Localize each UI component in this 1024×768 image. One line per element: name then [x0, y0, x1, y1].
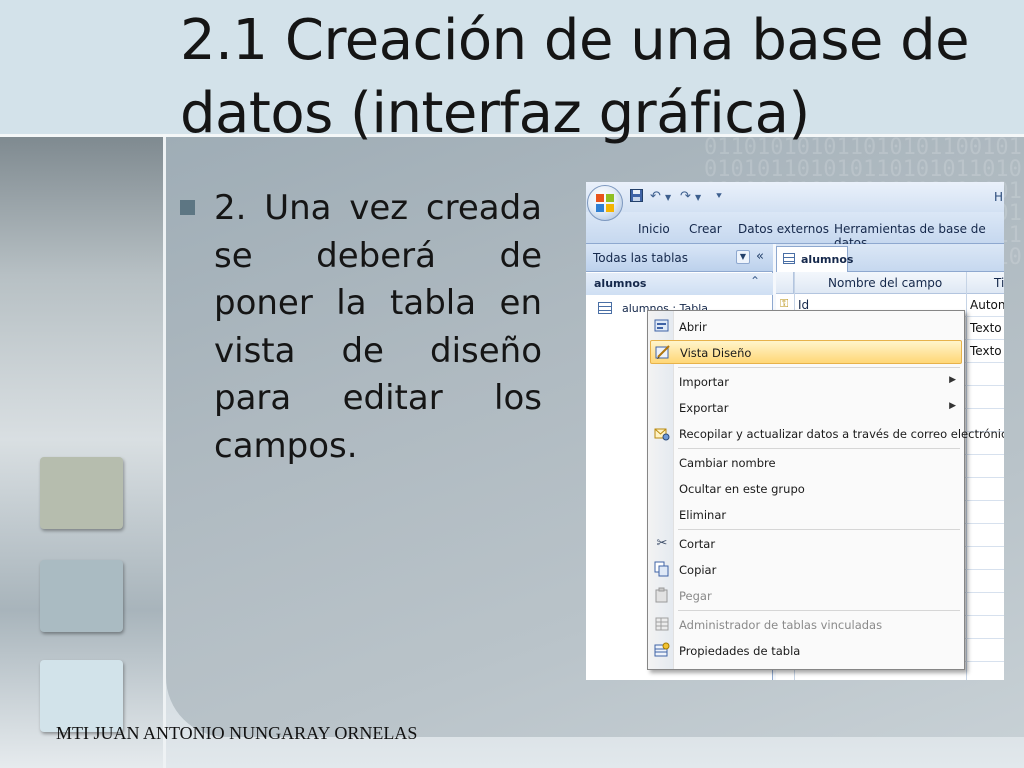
menu-item-label: Cambiar nombre — [679, 456, 776, 470]
collect-data-icon — [653, 425, 671, 443]
menu-item-label: Copiar — [679, 563, 717, 577]
menu-item-pegar[interactable]: Pegar — [650, 584, 962, 608]
redo-icon[interactable]: ↷ — [680, 189, 691, 204]
open-icon — [653, 318, 671, 336]
document-tab-alumnos[interactable]: alumnos — [776, 246, 853, 272]
table-properties-icon — [653, 642, 671, 660]
decorative-square-1 — [40, 457, 123, 529]
menu-item-label: Recopilar y actualizar datos a través de… — [679, 427, 1004, 441]
customize-toolbar-icon[interactable]: ⯆ — [715, 191, 723, 202]
menu-item-label: Vista Diseño — [680, 346, 752, 360]
slide-footer: MTI JUAN ANTONIO NUNGARAY ORNELAS — [56, 723, 418, 743]
table-icon — [783, 253, 795, 264]
ribbon-tabs: Inicio Crear Datos externos Herramientas… — [586, 212, 1004, 250]
data-type-cell[interactable]: Texto — [970, 344, 1002, 358]
decorative-square-2 — [40, 560, 123, 632]
grid-header: Nombre del campo Ti — [776, 272, 1004, 294]
access-screenshot: ↶ ▼ ↷ ▼ ⯆ H Inicio Crear Datos externos … — [586, 182, 1004, 680]
undo-dropdown-icon[interactable]: ▼ — [665, 193, 671, 202]
data-type-cell[interactable]: Auton — [970, 298, 1004, 312]
navigation-pane-title: Todas las tablas — [593, 251, 689, 265]
save-icon[interactable] — [630, 189, 643, 206]
navigation-pane-header[interactable]: Todas las tablas ▼ « — [586, 244, 773, 272]
decorative-square-3 — [40, 660, 123, 732]
bullet-text: 2. Una vez creada se deberá de poner la … — [214, 188, 542, 466]
menu-separator — [678, 610, 960, 611]
linked-table-manager-icon — [653, 616, 671, 634]
menu-item-vista-diseno[interactable]: Vista Diseño — [650, 340, 962, 364]
tab-inicio[interactable]: Inicio — [638, 222, 670, 236]
context-menu: Abrir Vista Diseño Importar ▶ Exportar ▶… — [647, 310, 1004, 670]
slide-title: 2.1 Creación de una base de datos (inter… — [180, 8, 970, 146]
menu-item-recopilar-datos[interactable]: Recopilar y actualizar datos a través de… — [650, 422, 1004, 446]
redo-dropdown-icon[interactable]: ▼ — [695, 193, 701, 202]
menu-separator — [678, 448, 960, 449]
data-type-cell[interactable]: Texto — [970, 321, 1002, 335]
select-all-cell[interactable] — [776, 272, 794, 294]
title-bar: ↶ ▼ ↷ ▼ ⯆ H — [586, 182, 1004, 212]
design-view-icon — [654, 344, 672, 362]
menu-separator — [678, 367, 960, 368]
menu-item-label: Exportar — [679, 401, 729, 415]
cut-icon: ✂ — [656, 536, 668, 551]
menu-item-label: Abrir — [679, 320, 707, 334]
chevron-down-icon[interactable]: ▼ — [736, 250, 750, 264]
column-header-data-type[interactable]: Ti — [994, 276, 1004, 290]
submenu-arrow-icon: ▶ — [949, 375, 956, 385]
group-title: alumnos — [594, 277, 647, 290]
menu-item-label: Cortar — [679, 537, 716, 551]
collapse-pane-icon[interactable]: « — [756, 249, 764, 264]
menu-item-cortar[interactable]: ✂ Cortar — [650, 532, 962, 556]
undo-icon[interactable]: ↶ — [650, 189, 661, 204]
copy-icon — [653, 561, 671, 579]
tab-datos-externos[interactable]: Datos externos — [738, 222, 829, 236]
menu-item-label: Eliminar — [679, 508, 727, 522]
document-tabs: alumnos — [776, 244, 1004, 272]
document-tab-label: alumnos — [801, 253, 854, 266]
menu-separator — [678, 529, 960, 530]
menu-item-abrir[interactable]: Abrir — [650, 315, 962, 339]
menu-item-importar[interactable]: Importar ▶ — [650, 370, 962, 394]
menu-item-label: Propiedades de tabla — [679, 644, 801, 658]
column-header-field-name[interactable]: Nombre del campo — [828, 276, 942, 290]
group-header-alumnos[interactable]: alumnos ⌃ — [586, 273, 773, 295]
office-logo-icon — [596, 194, 614, 212]
menu-item-copiar[interactable]: Copiar — [650, 558, 962, 582]
table-icon — [598, 302, 612, 314]
submenu-arrow-icon: ▶ — [949, 401, 956, 411]
menu-item-administrador-tablas-vinculadas[interactable]: Administrador de tablas vinculadas — [650, 613, 962, 637]
menu-item-eliminar[interactable]: Eliminar — [650, 503, 962, 527]
menu-item-cambiar-nombre[interactable]: Cambiar nombre — [650, 451, 962, 475]
tab-crear[interactable]: Crear — [689, 222, 722, 236]
menu-item-label: Administrador de tablas vinculadas — [679, 618, 883, 632]
menu-item-label: Pegar — [679, 589, 712, 603]
menu-item-exportar[interactable]: Exportar ▶ — [650, 396, 962, 420]
office-button[interactable] — [587, 185, 623, 221]
help-partial: H — [994, 190, 1004, 204]
menu-item-label: Importar — [679, 375, 729, 389]
bullet-marker — [180, 200, 195, 215]
menu-item-propiedades-tabla[interactable]: Propiedades de tabla — [650, 639, 962, 663]
collapse-group-icon[interactable]: ⌃ — [750, 274, 760, 288]
primary-key-icon: ⚿ — [780, 297, 789, 310]
paste-icon — [653, 587, 671, 605]
menu-item-label: Ocultar en este grupo — [679, 482, 805, 496]
menu-item-ocultar-en-grupo[interactable]: Ocultar en este grupo — [650, 477, 962, 501]
